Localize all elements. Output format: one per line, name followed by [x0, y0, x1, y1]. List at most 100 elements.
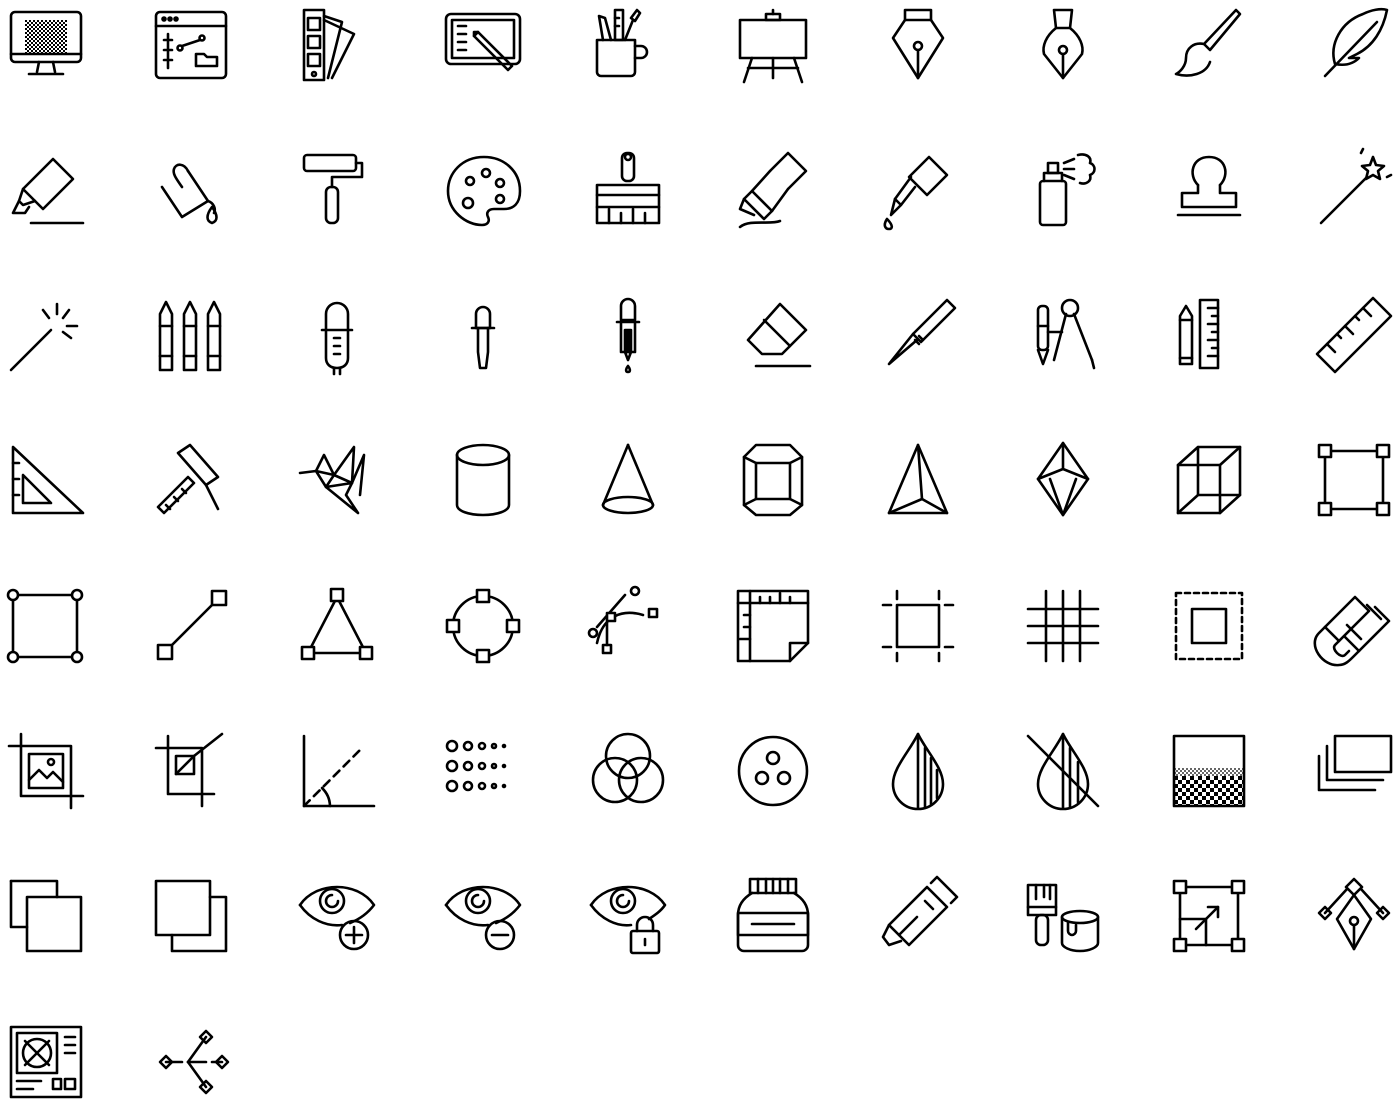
eye-plus-icon: [294, 873, 380, 959]
eye-lock-icon: [585, 873, 671, 959]
line-segment-icon: [148, 583, 234, 669]
paint-brush-icon: [1166, 2, 1252, 88]
artboard-guides-icon-graphic: [875, 583, 961, 669]
eye-minus-icon-graphic: [440, 873, 526, 959]
cylinder-icon-graphic: [440, 437, 526, 523]
ink-jar-icon: [730, 873, 816, 959]
eraser-icon-graphic: [730, 292, 816, 378]
circle-node-box-icon: [3, 583, 89, 669]
wireframe-cube-icon-graphic: [1166, 437, 1252, 523]
wide-brush-icon: [585, 147, 671, 233]
calligraphy-nib-icon-graphic: [1020, 2, 1106, 88]
cylinder-icon: [440, 437, 526, 523]
eye-plus-icon-graphic: [294, 873, 380, 959]
craft-knife-icon: [875, 292, 961, 378]
overlap-front-icon-graphic: [3, 873, 89, 959]
marquee-selection-icon-graphic: [1166, 583, 1252, 669]
easel-icon-graphic: [730, 2, 816, 88]
cone-icon: [585, 437, 671, 523]
rulers-corner-icon: [730, 583, 816, 669]
blueprint-layout-icon: [3, 1019, 89, 1105]
triangle-nodes-icon: [294, 583, 380, 669]
circle-nodes-icon: [440, 583, 526, 669]
gradient-dither-icon-graphic: [1166, 728, 1252, 814]
spray-can-icon: [1020, 147, 1106, 233]
rgb-circles-icon: [585, 728, 671, 814]
calligraphy-nib-icon: [1020, 2, 1106, 88]
marker-pen-icon: [875, 873, 961, 959]
pencil-ruler-icon: [1166, 292, 1252, 378]
cone-icon-graphic: [585, 437, 671, 523]
crop-image-icon-graphic: [3, 728, 89, 814]
color-swatches-icon-graphic: [294, 2, 380, 88]
t-square-icon-graphic: [148, 437, 234, 523]
monitor-checker-icon: [3, 2, 89, 88]
craft-knife-icon-graphic: [875, 292, 961, 378]
gradient-dither-icon: [1166, 728, 1252, 814]
design-app-window-icon: [148, 2, 234, 88]
easel-icon: [730, 2, 816, 88]
magic-wand-star-icon-graphic: [1311, 147, 1397, 233]
color-channels-icon: [730, 728, 816, 814]
paint-palette-icon: [440, 147, 526, 233]
circle-nodes-icon-graphic: [440, 583, 526, 669]
wireframe-cube-icon: [1166, 437, 1252, 523]
pencil-ruler-icon-graphic: [1166, 292, 1252, 378]
vector-nodes-icon-graphic: [148, 1019, 234, 1105]
marquee-selection-icon: [1166, 583, 1252, 669]
diamond-crystal-icon: [1020, 437, 1106, 523]
diamond-crystal-icon-graphic: [1020, 437, 1106, 523]
glue-bottle-icon: [875, 147, 961, 233]
grid-lines-icon-graphic: [1020, 583, 1106, 669]
dropper-drip-icon-graphic: [585, 292, 671, 378]
layers-stack-icon: [1311, 728, 1397, 814]
bezier-curve-icon-graphic: [585, 583, 671, 669]
pencil-cup-icon: [585, 2, 671, 88]
grid-lines-icon: [1020, 583, 1106, 669]
pipette-icon: [294, 292, 380, 378]
triangle-nodes-icon-graphic: [294, 583, 380, 669]
crayons-icon: [148, 292, 234, 378]
angle-measure-icon-graphic: [294, 728, 380, 814]
crop-image-icon: [3, 728, 89, 814]
magic-wand-sparkle-icon: [3, 292, 89, 378]
halftone-dots-icon: [440, 728, 526, 814]
ink-jar-icon-graphic: [730, 873, 816, 959]
wide-brush-icon-graphic: [585, 147, 671, 233]
rubber-stamp-icon-graphic: [1166, 147, 1252, 233]
drawing-tablet-icon-graphic: [440, 2, 526, 88]
feather-quill-icon-graphic: [1311, 2, 1397, 88]
rgb-circles-icon-graphic: [585, 728, 671, 814]
paint-bucket-pour-icon: [148, 147, 234, 233]
origami-bird-icon-graphic: [294, 437, 380, 523]
overlap-back-icon-graphic: [148, 873, 234, 959]
magic-wand-sparkle-icon-graphic: [3, 292, 89, 378]
dropper-drip-icon: [585, 292, 671, 378]
design-app-window-icon-graphic: [148, 2, 234, 88]
transform-box-icon: [1311, 437, 1397, 523]
pyramid-icon: [875, 437, 961, 523]
eye-lock-icon-graphic: [585, 873, 671, 959]
crop-tool-icon-graphic: [148, 728, 234, 814]
set-square-icon: [3, 437, 89, 523]
paint-brush-icon-graphic: [1166, 2, 1252, 88]
pen-tool-anchors-icon-graphic: [1311, 873, 1397, 959]
paint-bucket-pour-icon-graphic: [148, 147, 234, 233]
pyramid-icon-graphic: [875, 437, 961, 523]
vector-nodes-icon: [148, 1019, 234, 1105]
circle-node-box-icon-graphic: [3, 583, 89, 669]
blueprint-layout-icon-graphic: [3, 1019, 89, 1105]
pencil-compass-icon-graphic: [1020, 292, 1106, 378]
feather-quill-icon: [1311, 2, 1397, 88]
paint-roller-icon-graphic: [294, 147, 380, 233]
eye-minus-icon: [440, 873, 526, 959]
scale-resize-icon: [1166, 873, 1252, 959]
highlighter-icon-graphic: [3, 147, 89, 233]
scale-resize-icon-graphic: [1166, 873, 1252, 959]
eraser-icon: [730, 292, 816, 378]
water-drop-icon: [875, 728, 961, 814]
pencil-cup-icon-graphic: [585, 2, 671, 88]
fountain-pen-nib-icon-graphic: [875, 2, 961, 88]
fountain-pen-nib-icon: [875, 2, 961, 88]
icon-grid: [0, 0, 1400, 1109]
